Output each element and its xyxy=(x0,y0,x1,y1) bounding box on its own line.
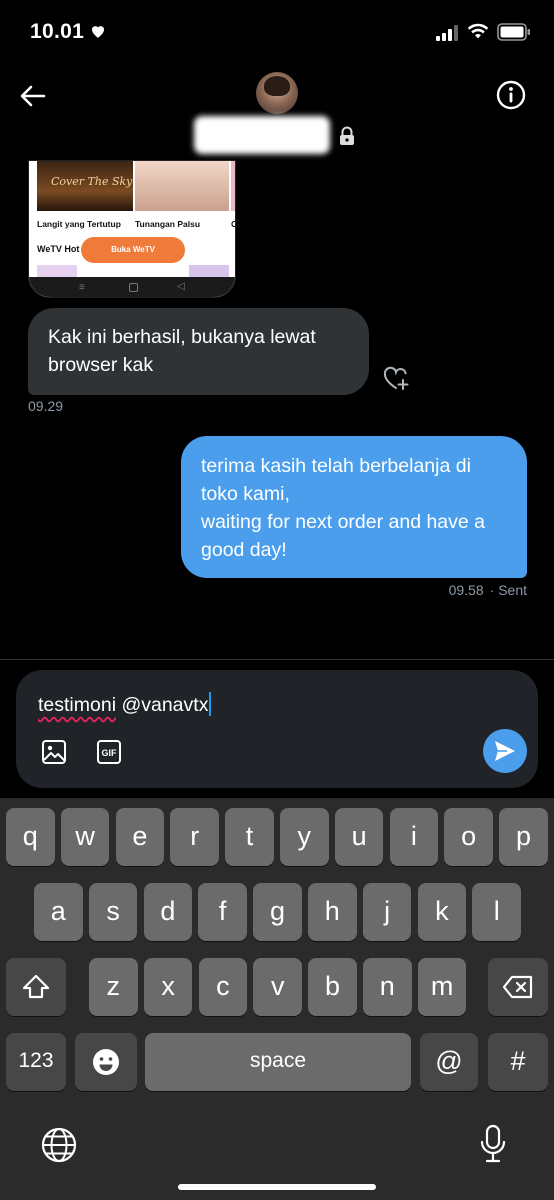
input-text: @vanavtx xyxy=(116,694,209,716)
send-button[interactable] xyxy=(483,729,527,773)
key-i[interactable]: i xyxy=(389,808,439,866)
conversation-header xyxy=(0,64,554,160)
poster-thumbnail: Cover The Sky xyxy=(37,161,133,211)
key-r[interactable]: r xyxy=(170,808,219,866)
back-arrow-icon[interactable] xyxy=(18,81,48,111)
space-key[interactable]: space xyxy=(145,1033,411,1091)
key-k[interactable]: k xyxy=(417,883,467,941)
poster-strip xyxy=(189,265,229,277)
key-c[interactable]: c xyxy=(198,958,248,1016)
emoji-icon xyxy=(93,1049,119,1075)
key-x[interactable]: x xyxy=(143,958,193,1016)
key-d[interactable]: d xyxy=(143,883,193,941)
key-j[interactable]: j xyxy=(362,883,412,941)
text-caret xyxy=(209,692,212,716)
open-wetv-button: Buka WeTV xyxy=(81,237,185,263)
svg-text:GIF: GIF xyxy=(102,748,118,758)
received-message-text: Kak ini berhasil, bukanya lewat browser … xyxy=(48,326,316,376)
key-o[interactable]: o xyxy=(444,808,493,866)
key-s[interactable]: s xyxy=(88,883,138,941)
compose-box[interactable]: testimoni @vanavtx GIF xyxy=(16,670,538,788)
key-e[interactable]: e xyxy=(115,808,165,866)
poster-caption: Langit yang Tertutup xyxy=(37,219,121,229)
home-square-icon xyxy=(129,283,138,292)
key-u[interactable]: u xyxy=(334,808,384,866)
poster-caption: C xyxy=(231,219,235,229)
globe-icon[interactable] xyxy=(40,1126,78,1164)
emoji-key[interactable] xyxy=(75,1033,137,1091)
poster-title: Cover The Sky xyxy=(51,175,133,188)
onscreen-keyboard: qwertyuiop asdfghjkl zxcvbnm 123 space @… xyxy=(0,798,554,1200)
phone-nav-bar: ≡ ◁ xyxy=(29,277,235,297)
key-a[interactable]: a xyxy=(34,883,83,941)
key-t[interactable]: t xyxy=(225,808,274,866)
poster-thumbnail xyxy=(231,161,235,211)
sent-timestamp: 09.58 · Sent xyxy=(443,582,527,598)
heart-icon xyxy=(92,26,104,38)
image-icon[interactable] xyxy=(41,739,67,765)
screenshot-attachment[interactable]: Cover The Sky Langit yang Tertutup Tunan… xyxy=(28,160,236,298)
key-n[interactable]: n xyxy=(363,958,412,1016)
message-input[interactable]: testimoni @vanavtx xyxy=(38,692,212,717)
home-indicator[interactable] xyxy=(178,1184,376,1190)
microphone-icon[interactable] xyxy=(479,1124,507,1164)
shift-icon xyxy=(22,974,50,999)
heart-plus-icon[interactable] xyxy=(382,366,412,392)
key-v[interactable]: v xyxy=(253,958,302,1016)
key-m[interactable]: m xyxy=(417,958,467,1016)
cellular-signal-icon xyxy=(436,25,458,41)
key-h[interactable]: h xyxy=(308,883,357,941)
shift-key[interactable] xyxy=(6,958,66,1016)
hash-key[interactable]: # xyxy=(488,1033,548,1091)
sent-message-text: terima kasih telah berbelanja di toko ka… xyxy=(201,455,486,561)
compose-divider xyxy=(0,659,554,660)
key-b[interactable]: b xyxy=(308,958,357,1016)
poster-caption: Tunangan Palsu xyxy=(135,219,201,229)
gif-icon[interactable]: GIF xyxy=(96,739,122,765)
back-triangle-icon: ◁ xyxy=(177,281,185,292)
key-w[interactable]: w xyxy=(60,808,110,866)
key-p[interactable]: p xyxy=(499,808,548,866)
poster-thumbnail xyxy=(135,161,229,211)
key-l[interactable]: l xyxy=(472,883,521,941)
redacted-username[interactable] xyxy=(194,116,330,154)
sent-status: · Sent xyxy=(489,582,527,598)
received-message-bubble[interactable]: Kak ini berhasil, bukanya lewat browser … xyxy=(28,308,369,395)
lock-icon xyxy=(340,126,354,145)
menu-icon: ≡ xyxy=(79,282,85,293)
status-bar: 10.01 xyxy=(0,0,554,64)
section-label: WeTV Hot xyxy=(37,244,80,254)
send-arrow-icon xyxy=(495,741,515,761)
status-time: 10.01 xyxy=(30,20,85,43)
battery-icon xyxy=(497,23,530,41)
misspelled-word: testimoni xyxy=(38,694,117,716)
key-g[interactable]: g xyxy=(253,883,302,941)
delete-icon xyxy=(502,975,533,999)
key-y[interactable]: y xyxy=(280,808,329,866)
info-icon[interactable] xyxy=(495,79,527,111)
sent-message-bubble[interactable]: terima kasih telah berbelanja di toko ka… xyxy=(181,436,527,578)
key-z[interactable]: z xyxy=(89,958,138,1016)
delete-key[interactable] xyxy=(488,958,548,1016)
key-f[interactable]: f xyxy=(198,883,247,941)
received-timestamp: 09.29 xyxy=(28,398,64,414)
at-key[interactable]: @ xyxy=(420,1033,478,1091)
poster-strip xyxy=(37,265,77,277)
numbers-key[interactable]: 123 xyxy=(6,1033,66,1091)
sent-time: 09.58 xyxy=(448,582,484,598)
wifi-icon xyxy=(467,23,489,39)
key-q[interactable]: q xyxy=(6,808,55,866)
avatar[interactable] xyxy=(256,72,298,114)
